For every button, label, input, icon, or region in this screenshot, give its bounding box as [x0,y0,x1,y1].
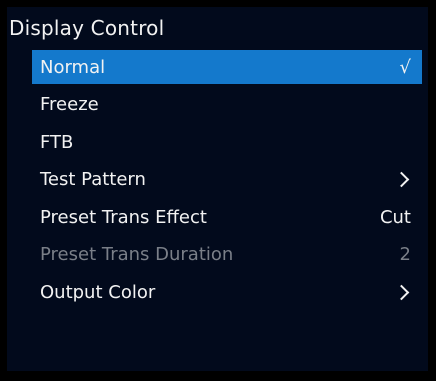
chevron-right-icon [393,284,410,300]
menu-item-label: Preset Trans Duration [40,244,234,265]
menu-title: Display Control [9,16,165,40]
menu-item-label: FTB [40,131,74,153]
menu-item-value: 2 [399,244,411,265]
menu-item-value: Cut [379,206,411,228]
menu-item-normal[interactable]: Normal √ [32,50,422,84]
checkmark-icon: √ [399,56,411,78]
menu-item-ftb[interactable]: FTB [32,125,422,159]
menu-item-preset-trans-effect[interactable]: Preset Trans Effect Cut [32,200,422,234]
menu-item-freeze[interactable]: Freeze [32,88,422,122]
chevron-right-icon [393,171,410,188]
display-control-screen: Display Control Normal √ Freeze FTB Test… [7,7,428,371]
menu-item-label: Freeze [40,94,99,115]
menu-item-label: Test Pattern [40,169,146,190]
menu-item-preset-trans-duration: Preset Trans Duration 2 [32,238,422,272]
menu-item-output-color[interactable]: Output Color [32,275,422,309]
menu-item-label: Output Color [40,281,156,303]
menu-list: Normal √ Freeze FTB Test Pattern Preset … [32,50,422,313]
menu-item-test-pattern[interactable]: Test Pattern [32,163,422,197]
menu-item-label: Preset Trans Effect [40,206,207,228]
menu-item-label: Normal [40,56,106,78]
